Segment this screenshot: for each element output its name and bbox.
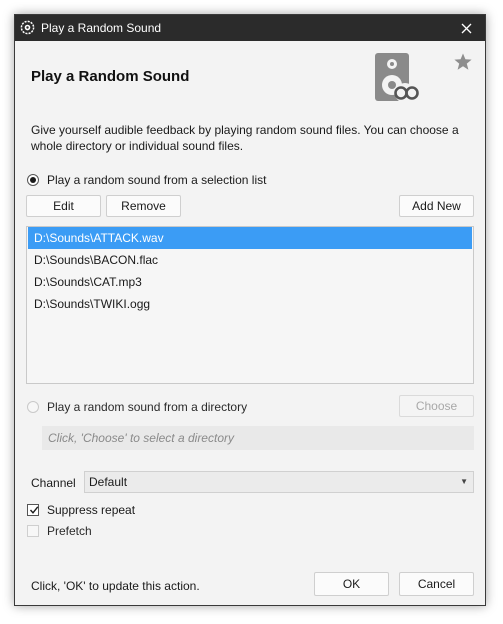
directory-field[interactable]: Click, 'Choose' to select a directory — [42, 426, 474, 450]
prefetch-label: Prefetch — [47, 524, 92, 538]
description-text: Give yourself audible feedback by playin… — [31, 123, 459, 153]
add-new-button[interactable]: Add New — [399, 195, 474, 217]
prefetch-checkbox[interactable] — [27, 525, 39, 537]
directory-label: Play a random sound from a directory — [47, 400, 248, 414]
list-item[interactable]: D:\Sounds\ATTACK.wav — [28, 227, 472, 249]
edit-button[interactable]: Edit — [26, 195, 101, 217]
ok-button[interactable]: OK — [314, 572, 389, 596]
close-icon — [461, 23, 471, 33]
directory-option[interactable]: Play a random sound from a directory — [27, 399, 247, 415]
directory-radio[interactable] — [27, 401, 39, 413]
dialog-heading: Play a Random Sound — [31, 68, 190, 85]
selection-list-label: Play a random sound from a selection lis… — [47, 173, 267, 187]
window-title: Play a Random Sound — [41, 21, 162, 35]
suppress-repeat-checkbox[interactable] — [27, 504, 39, 516]
choose-button[interactable]: Choose — [399, 395, 474, 417]
cancel-button[interactable]: Cancel — [399, 572, 474, 596]
suppress-repeat-option[interactable]: Suppress repeat — [27, 502, 135, 518]
dropdown-arrow-icon: ▼ — [460, 477, 468, 486]
footer-hint: Click, 'OK' to update this action. — [31, 579, 200, 593]
app-gear-icon — [20, 20, 35, 35]
speaker-loop-icon — [375, 53, 419, 103]
list-item[interactable]: D:\Sounds\BACON.flac — [28, 249, 472, 271]
selection-list-radio[interactable] — [27, 174, 39, 186]
close-button[interactable] — [447, 15, 485, 41]
dialog-window: Play a Random Sound Play a Random Sound … — [14, 14, 486, 606]
remove-button[interactable]: Remove — [106, 195, 181, 217]
prefetch-option[interactable]: Prefetch — [27, 523, 92, 539]
checkmark-icon — [29, 506, 39, 514]
list-item[interactable]: D:\Sounds\TWIKI.ogg — [28, 293, 472, 315]
sound-file-list[interactable]: D:\Sounds\ATTACK.wav D:\Sounds\BACON.fla… — [26, 226, 474, 384]
list-item[interactable]: D:\Sounds\CAT.mp3 — [28, 271, 472, 293]
channel-label: Channel — [31, 476, 76, 490]
star-icon[interactable] — [453, 52, 473, 72]
suppress-repeat-label: Suppress repeat — [47, 503, 136, 517]
title-bar[interactable]: Play a Random Sound — [15, 15, 485, 41]
selection-list-option[interactable]: Play a random sound from a selection lis… — [27, 172, 266, 188]
channel-value: Default — [89, 475, 128, 489]
channel-select[interactable]: Default ▼ — [84, 471, 474, 493]
